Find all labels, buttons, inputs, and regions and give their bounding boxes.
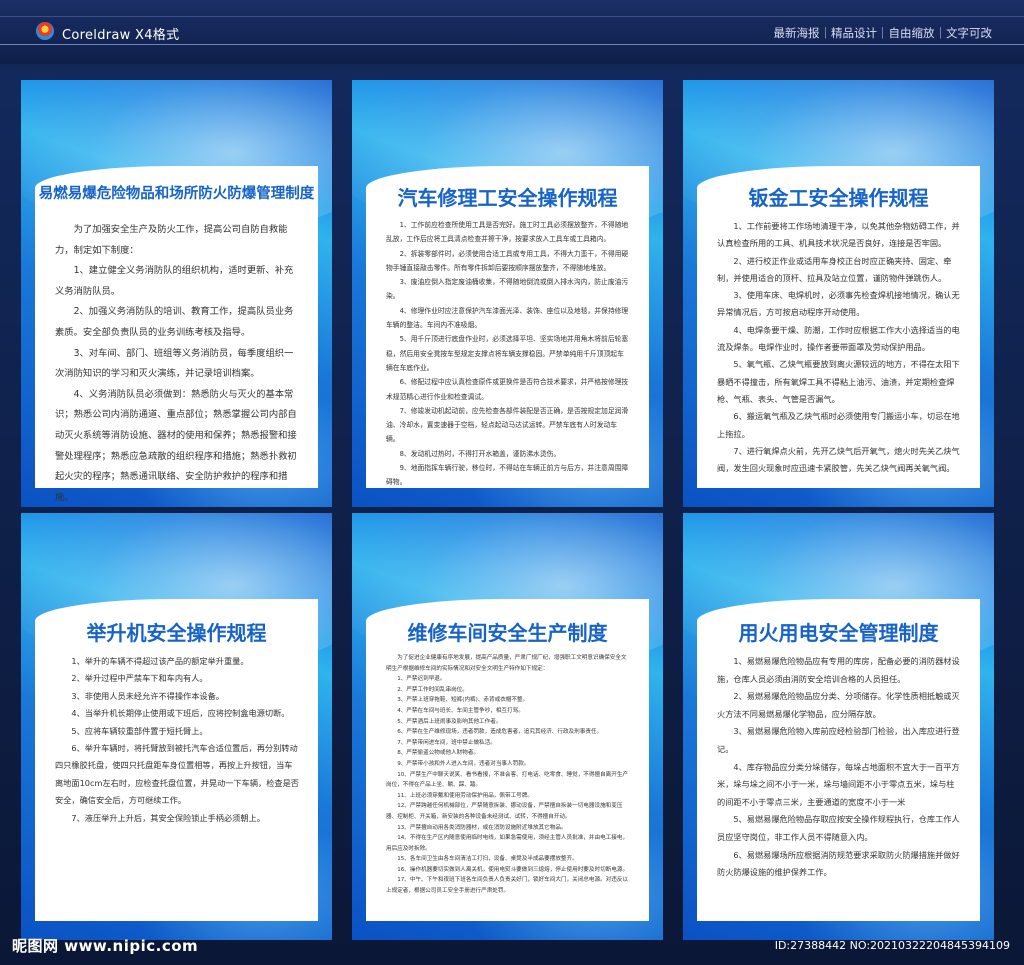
card-paragraph: 6、易燃易爆场所应根据消防规范要求采取防火防爆措施并做好防火防爆设施的维护保养工… [717,849,960,878]
card-title: 维修车间安全生产制度 [407,621,608,645]
poster-card-fire-electric: 用火用电安全管理制度 1、易燃易爆危险物品应有专用的库房，配备必要的消防器材设施… [683,513,994,940]
card-paragraph: 6、严禁在生产维修现场，违者罚款，造成危害者，追究其经济、行政及刑事责任。 [397,729,603,736]
card-paragraph: 1、工作前应检查所使用工具是否完好。施工时工具必须摆放整齐，不得随地乱放，工作后… [386,221,629,244]
poster-card-workshop-safety: 维修车间安全生产制度 为了促进企业健康有序地发展，提高产品质量，严肃厂规厂纪，增… [352,513,663,940]
card-paragraph: 2、举升过程中严禁车下和车内有人。 [71,673,208,684]
card-paragraph: 3、废油应倒入指定废油桶收集，不得随地倒流或倒入排水沟内，防止废油污染。 [386,278,629,301]
card-paragraph: 14、不得在生产区内随意使用临时电线，如果急需使用，须经主管人员批准，并由电工接… [386,835,629,852]
card-paragraph: 1、工作前要将工作场地清理干净，以免其他杂物妨碍工作，并认真检查所用的工具、机具… [717,221,960,249]
card-paragraph: 3、非使用人员未经允许不得操作本设备。 [71,690,224,701]
card-paragraph: 10、严禁生产中聊天说笑、看书看报，不准会客、打电话、吃零食、睡觉，不得擅自离开… [386,771,629,789]
card-title: 钣金工安全操作规程 [748,186,929,210]
card-paragraph: 1、易燃易爆危险物品应有专用的库房，配备必要的消防器材设施，仓库人员必须由消防安… [717,656,960,684]
card-paragraph: 4、义务消防队员必须做到：熟悉防火与灭火的基本常识；熟悉公司内消防通道、重点部位… [55,388,297,503]
card-paragraph: 2、进行校正作业或适用车身校正台时应正确夹持、固定、牵制，并使用适合的顶杆、拉具… [717,255,952,283]
card-title: 汽车修理工安全操作规程 [397,186,618,210]
poster-card-auto-repair: 汽车修理工安全操作规程 1、工作前应检查所使用工具是否完好。施工时工具必须摆放整… [352,80,663,507]
card-body: 1、举升的车辆不得超过该产品的额定举升重量。 2、举升过程中严禁车下和车内有人。… [55,653,299,827]
card-paragraph: 1、建立健全义务消防队的组织机构，适时更新、补充义务消防队员。 [55,265,294,297]
card-paragraph: 4、严禁在车间与班长、车间主管争吵，相互打骂。 [397,707,524,714]
balloon-logo-icon [36,22,54,40]
card-paragraph: 9、地面指挥车辆行驶，移位时，不得站在车辆正前方与后方，并注意周围障碍物。 [386,464,629,487]
card-paragraph: 6、举升车辆时，将托臂放到被托汽车合适位置后，再分别转动四只橡胶托盘，使四只托盘… [55,743,299,806]
card-paragraph: 2、拆装零部件时，必须使用合适工具或专用工具，不得大力蛮干，不得用硬物手锤直接敲… [386,249,629,272]
card-paragraph: 3、严禁上班穿拖鞋、短裤(内裤)、赤背或衣帽不整。 [397,697,529,704]
card-paragraph: 8、发动机过热时，不得打开水箱盖，谨防沸水烫伤。 [399,449,561,458]
brand-label: Coreldraw X4格式 [62,28,180,43]
poster-card-sheet-metal: 钣金工安全操作规程 1、工作前要将工作场地清理干净，以免其他杂物妨碍工作，并认真… [683,80,994,507]
card-paragraph: 17、中午、下午和夜班下班各车间负责人负责关好门，锁好车间大门，关闭总电源。对违… [386,877,629,895]
top-divider [0,16,1024,17]
card-title: 易燃易爆危险物品和场所防火防爆管理制度 [38,186,315,202]
card-body: 为了促进企业健康有序地发展，提高产品质量，严肃厂规厂纪，增强职工文明意识确保安全… [386,653,630,897]
site-watermark: 昵图网 www.nipic.com [12,937,199,955]
card-title: 用火用电安全管理制度 [738,621,939,645]
card-body: 1、工作前应检查所使用工具是否完好。施工时工具必须摆放整齐，不得随地乱放，工作后… [386,218,630,490]
card-paragraph: 8、严禁偷盗公物或他人财物者。 [397,750,480,757]
card-paragraph: 5、严禁酒后上班闹事及影响其他工作者。 [397,718,502,725]
image-id-watermark: ID:27388442 NO:20210322204845394109 [774,939,1010,952]
card-paragraph: 15、各车间卫生由各车间清洁工打扫，设备、桌凳及半成品要摆放整齐。 [397,856,578,863]
card-paragraph: 7、严禁带闲进车间，班中禁止做私活。 [397,739,496,746]
card-paragraph: 3、对车间、部门、班组等义务消防员，每季度组织一次消防知识的学习和灭火演练，并记… [55,347,294,380]
poster-card-lift: 举升机安全操作规程 1、举升的车辆不得超过该产品的额定举升重量。 2、举升过程中… [21,513,332,940]
card-body: 为了加强安全生产及防火工作，提高公司自防自救能力，制定如下制度： 1、建立健全义… [55,220,299,507]
card-paragraph: 12、严禁跨越任何机械部位，严禁随意拆装、挪动设备，严禁擅自拆装一切电器设施和变… [386,803,623,820]
card-paragraph: 5、氧气瓶、乙炔气瓶要放到离火源较远的地方，不得在太阳下暴晒不得撞击，所有氧焊工… [717,359,960,404]
card-paragraph: 11、上班必须穿戴和使用劳动保护用品，佩带工号牌。 [397,792,533,799]
card-title: 举升机安全操作规程 [86,621,267,645]
card-paragraph: 5、易燃易爆危险物品存取应按安全操作规程执行，仓库工作人员应坚守岗位，非工作人员… [717,814,960,842]
card-paragraph: 5、用千斤顶进行底盘作业时，必须选择平坦、坚实场地并用角木将前后轮塞稳，然后用安… [386,335,629,372]
card-paragraph: 2、易燃易爆危险物品应分类、分项储存。化学性质相抵触或灭火方法不同易燃易爆化学物… [717,691,960,719]
card-paragraph: 7、液压举升上升后，其安全保险锁止手柄必须朝上。 [71,812,265,823]
card-paragraph: 5、应将车辆较重部件置于短托臂上。 [71,725,208,736]
card-paragraph: 1、举升的车辆不得超过该产品的额定举升重量。 [71,656,249,666]
card-body: 1、工作前要将工作场地清理干净，以免其他杂物妨碍工作，并认真检查所用的工具、机具… [717,218,961,477]
header-divider [0,44,1024,45]
card-paragraph: 2、严禁工作时间乱串岗位。 [397,686,468,693]
feature-tags: 最新海报｜精品设计｜自由缩放｜文字可改 [773,26,993,40]
card-paragraph: 1、严禁迟到早退。 [397,676,446,683]
poster-card-fire-explosion: 易燃易爆危险物品和场所防火防爆管理制度 为了加强安全生产及防火工作，提高公司自防… [21,80,332,507]
card-paragraph: 3、使用车床、电焊机时，必须事先检查焊机接地情况，确认无异常情况后，方可按启动程… [717,290,960,318]
card-paragraph: 7、进行氧焊点火前，先开乙炔气后开氧气，熄火时先关乙炔气阀，发生回火现象时应迅速… [717,445,960,474]
card-paragraph: 为了加强安全生产及防火工作，提高公司自防自救能力，制定如下制度： [55,224,288,256]
card-paragraph: 2、加强义务消防队的培训、教育工作，提高队员业务素质。安全部负责队员的业务训练考… [55,306,294,338]
card-paragraph: 6、修配过程中应认真检查原件或更换件是否符合技术要求，并严格按修理技术规范精心进… [386,378,629,401]
card-paragraph: 4、库存物品应分类分垛储存，每垛占地面积不宜大于一百平方米，垛与垛之间不小于一米… [717,761,960,807]
card-paragraph: 6、搬运氧气瓶及乙炔气瓶时必须使用专门搬运小车，切忌在地上拖拉。 [717,411,960,439]
card-paragraph: 3、易燃易爆危险物入库前应经检验部门检验，出入库应进行登记。 [717,726,960,754]
card-body: 1、易燃易爆危险物品应有专用的库房，配备必要的消防器材设施，仓库人员必须由消防安… [717,653,961,882]
card-paragraph: 9、严禁带小孩和外人进入车间，违者对当事人罚款。 [397,760,530,767]
card-paragraph: 4、当举升机长期停止使用或下班后，应将控制盒电源切断。 [71,708,290,719]
card-paragraph: 为了促进企业健康有序地发展，提高产品质量，严肃厂规厂纪，增强职工文明意识确保安全… [386,655,627,672]
card-paragraph: 13、严禁擅自动用各类消防器材，或在消防设施附近堆放其它物品。 [397,824,567,831]
card-paragraph: 16、操作机器要切实做到人离关机，使用电熨斗要做到三熄熔，停止使用时要及时切断电… [397,866,629,873]
card-paragraph: 7、修竣发动机起动前，应先检查各部件装配是否正确，是否按规定加足润滑油、冷却水，… [386,406,629,444]
card-paragraph: 4、电焊条要干燥、防潮，工作时应根据工作大小选择适当的电流及焊条。电焊作业时，操… [717,324,960,353]
card-paragraph: 4、修理作业时应注意保护汽车漆面光泽、装饰、座位以及地毯，并保持修理车辆的整洁。… [386,306,629,330]
